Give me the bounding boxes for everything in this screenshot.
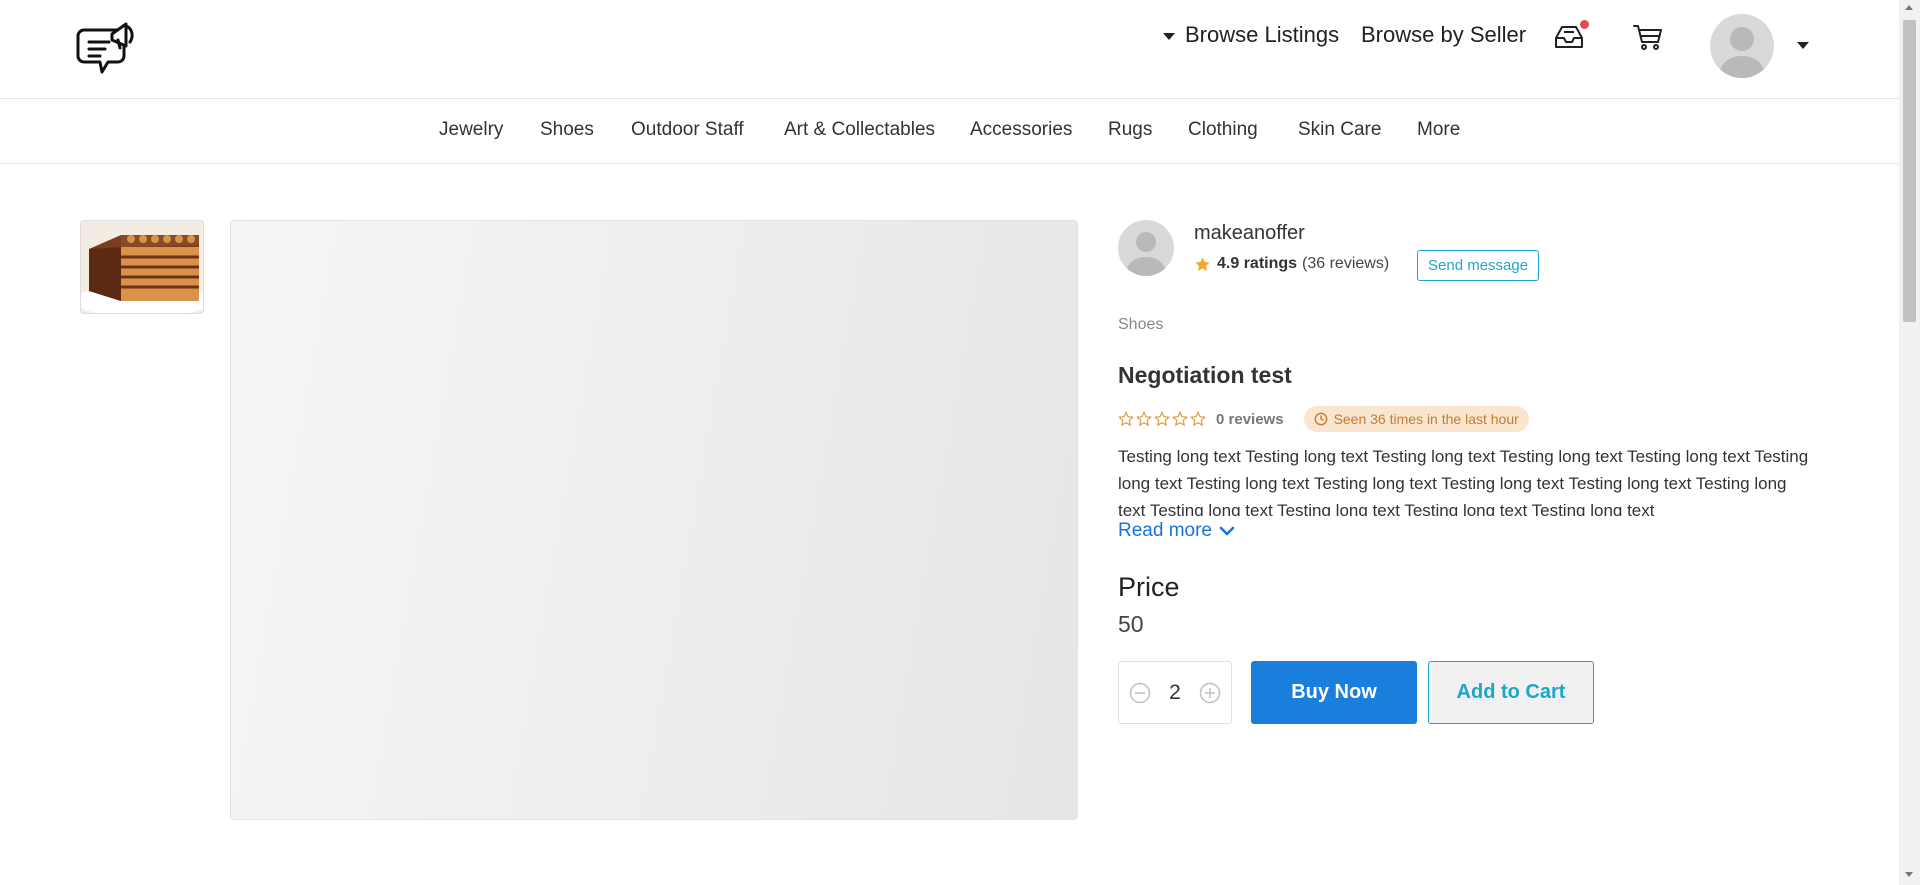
star-outline-icon bbox=[1136, 411, 1152, 427]
product-rating-row: 0 reviews Seen 36 times in the last hour bbox=[1118, 406, 1529, 432]
send-message-button[interactable]: Send message bbox=[1417, 250, 1540, 281]
category-more[interactable]: More bbox=[1417, 119, 1460, 141]
browse-by-seller-link[interactable]: Browse by Seller bbox=[1361, 18, 1526, 52]
clock-icon bbox=[1314, 412, 1327, 426]
price-label: Price bbox=[1118, 572, 1180, 602]
product-thumbnail[interactable] bbox=[80, 220, 204, 314]
seen-count-badge: Seen 36 times in the last hour bbox=[1303, 406, 1529, 432]
seller-rating: 4.9 ratings (36 reviews) bbox=[1194, 255, 1389, 273]
scroll-down-arrow[interactable] bbox=[1905, 872, 1913, 877]
category-clothing[interactable]: Clothing bbox=[1188, 119, 1258, 141]
logo[interactable] bbox=[76, 16, 140, 82]
star-outline-icon bbox=[1190, 411, 1206, 427]
product-title: Negotiation test bbox=[1118, 362, 1292, 388]
page-scrollbar[interactable] bbox=[1899, 0, 1920, 885]
star-outline-icon bbox=[1154, 411, 1170, 427]
category-jewelry[interactable]: Jewelry bbox=[439, 119, 503, 141]
read-more-link[interactable]: Read more bbox=[1118, 520, 1235, 542]
star-icon bbox=[1195, 256, 1210, 271]
quantity-input[interactable] bbox=[1156, 676, 1194, 710]
seller-avatar[interactable] bbox=[1118, 220, 1174, 276]
read-more-label: Read more bbox=[1118, 520, 1212, 541]
category-outdoor-staff[interactable]: Outdoor Staff bbox=[631, 119, 744, 141]
cake-thumbnail-image bbox=[81, 221, 203, 313]
product-description: Testing long text Testing long text Test… bbox=[1118, 447, 1809, 516]
seller-reviews-count: (36 reviews) bbox=[1302, 255, 1390, 272]
scroll-up-arrow[interactable] bbox=[1905, 5, 1913, 10]
avatar-icon bbox=[1718, 27, 1766, 78]
category-rugs[interactable]: Rugs bbox=[1108, 119, 1152, 141]
browse-listings-dropdown[interactable]: Browse Listings bbox=[1163, 18, 1339, 52]
seller-rating-value: 4.9 ratings bbox=[1217, 255, 1298, 272]
minus-circle-icon[interactable] bbox=[1129, 682, 1151, 704]
category-bar: Jewelry Shoes Outdoor Staff Art & Collec… bbox=[0, 99, 1899, 164]
cart-icon[interactable] bbox=[1632, 22, 1664, 52]
chevron-down-icon bbox=[1219, 526, 1235, 536]
buy-now-button[interactable]: Buy Now bbox=[1251, 661, 1417, 724]
quantity-stepper bbox=[1118, 661, 1232, 724]
price-value: 50 bbox=[1118, 611, 1144, 637]
seen-count-text: Seen 36 times in the last hour bbox=[1333, 411, 1519, 427]
account-menu-caret[interactable] bbox=[1797, 42, 1809, 49]
category-art-collectables[interactable]: Art & Collectables bbox=[784, 119, 935, 141]
seller-name[interactable]: makeanoffer bbox=[1194, 222, 1305, 245]
category-shoes[interactable]: Shoes bbox=[540, 119, 594, 141]
browse-listings-label: Browse Listings bbox=[1185, 22, 1340, 47]
star-outline-icon bbox=[1118, 411, 1134, 427]
main-product-image[interactable] bbox=[230, 220, 1078, 820]
star-outline-icon bbox=[1172, 411, 1188, 427]
notification-dot bbox=[1580, 20, 1589, 29]
plus-circle-icon[interactable] bbox=[1199, 682, 1221, 704]
avatar-icon bbox=[1125, 232, 1167, 276]
caret-down-icon bbox=[1163, 32, 1175, 40]
category-accessories[interactable]: Accessories bbox=[970, 119, 1072, 141]
product-star-rating bbox=[1118, 411, 1206, 427]
product-category[interactable]: Shoes bbox=[1118, 316, 1163, 334]
user-avatar[interactable] bbox=[1710, 14, 1774, 78]
product-reviews-count[interactable]: 0 reviews bbox=[1216, 411, 1284, 428]
site-header: Browse Listings Browse by Seller bbox=[0, 0, 1899, 99]
category-skin-care[interactable]: Skin Care bbox=[1298, 119, 1381, 141]
scrollbar-thumb[interactable] bbox=[1903, 20, 1916, 322]
add-to-cart-button[interactable]: Add to Cart bbox=[1428, 661, 1594, 724]
